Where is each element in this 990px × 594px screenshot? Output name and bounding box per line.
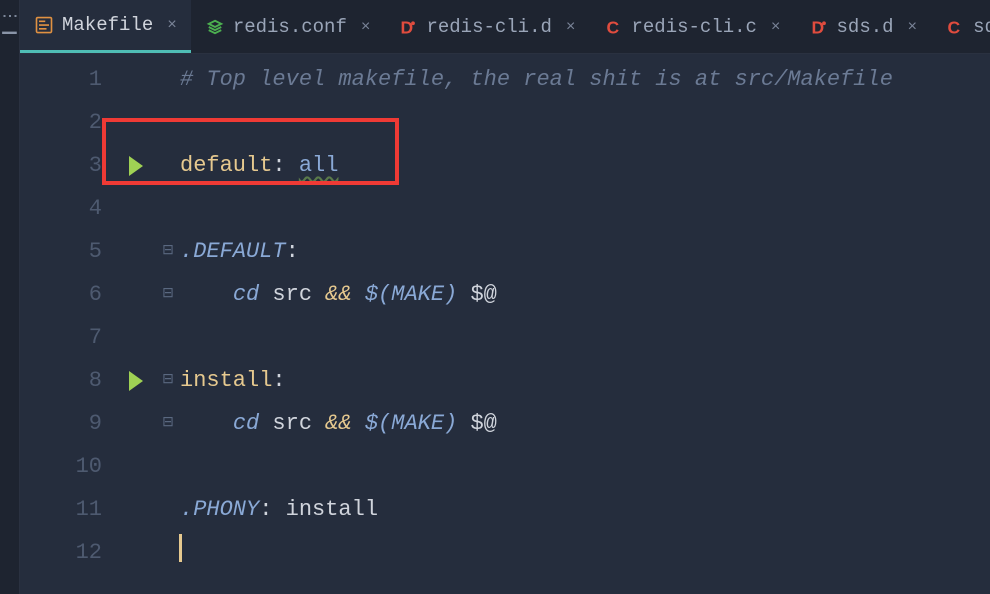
conf-icon: [205, 17, 225, 37]
make-dependency: all: [299, 153, 339, 178]
code-content[interactable]: # Top level makefile, the real shit is a…: [180, 54, 990, 594]
make-phony: .PHONY: [180, 497, 259, 522]
svg-text:D: D: [401, 17, 414, 37]
c-icon: C: [945, 17, 965, 37]
svg-text:C: C: [606, 17, 619, 37]
close-icon[interactable]: ×: [566, 18, 576, 36]
text-cursor: [179, 534, 182, 562]
comment-text: # Top level makefile, the real shit is a…: [180, 67, 893, 92]
fold-start-icon[interactable]: ⊟: [162, 230, 174, 273]
fold-end-icon[interactable]: ⊟: [162, 273, 174, 316]
close-icon[interactable]: ×: [361, 18, 371, 36]
line-number: 3: [20, 144, 102, 187]
fold-end-icon[interactable]: ⊟: [162, 402, 174, 445]
run-gutter: [116, 54, 156, 594]
tab-label: redis.conf: [233, 16, 347, 38]
close-icon[interactable]: ×: [167, 16, 177, 34]
tab-makefile[interactable]: Makefile ×: [20, 0, 191, 53]
line-number: 1: [20, 58, 102, 101]
tab-label: sds.c: [973, 16, 990, 38]
tab-label: redis-cli.c: [632, 16, 757, 38]
tab-label: sds.d: [837, 16, 894, 38]
fold-start-icon[interactable]: ⊟: [162, 359, 174, 402]
fold-gutter: ⊟ ⊟ ⊟ ⊟: [156, 54, 180, 594]
tab-label: Makefile: [62, 14, 153, 36]
line-number: 10: [20, 445, 102, 488]
code-editor[interactable]: 1 2 3 4 5 6 7 8 9 10 11 12: [20, 54, 990, 594]
tab-redis-cli-c[interactable]: C redis-cli.c ×: [590, 0, 795, 53]
minimize-button[interactable]: —: [2, 20, 16, 47]
tab-label: redis-cli.d: [426, 16, 551, 38]
line-number: 12: [20, 531, 102, 574]
line-number: 5: [20, 230, 102, 273]
tab-redis-conf[interactable]: redis.conf ×: [191, 0, 385, 53]
make-target: install: [180, 368, 272, 393]
makefile-icon: [34, 15, 54, 35]
tab-sds-d[interactable]: D sds.d ×: [795, 0, 932, 53]
line-number: 2: [20, 101, 102, 144]
make-target: default: [180, 153, 272, 178]
main-area: Makefile × redis.conf × D redis-cli.d × …: [20, 0, 990, 594]
line-number: 4: [20, 187, 102, 230]
line-number: 6: [20, 273, 102, 316]
d-icon: D: [809, 17, 829, 37]
tab-sds-c[interactable]: C sds.c: [931, 0, 990, 53]
svg-text:C: C: [948, 17, 961, 37]
close-icon[interactable]: ×: [771, 18, 781, 36]
d-icon: D: [398, 17, 418, 37]
tool-sidebar: ⋮ —: [0, 0, 20, 594]
run-target-icon[interactable]: [129, 156, 143, 176]
tab-redis-cli-d[interactable]: D redis-cli.d ×: [384, 0, 589, 53]
make-special-target: .DEFAULT: [180, 239, 286, 264]
close-icon[interactable]: ×: [908, 18, 918, 36]
line-number: 7: [20, 316, 102, 359]
line-number: 11: [20, 488, 102, 531]
run-target-icon[interactable]: [129, 371, 143, 391]
svg-text:D: D: [811, 17, 824, 37]
c-icon: C: [604, 17, 624, 37]
line-number-gutter: 1 2 3 4 5 6 7 8 9 10 11 12: [20, 54, 116, 594]
tab-bar: Makefile × redis.conf × D redis-cli.d × …: [20, 0, 990, 54]
line-number: 8: [20, 359, 102, 402]
line-number: 9: [20, 402, 102, 445]
